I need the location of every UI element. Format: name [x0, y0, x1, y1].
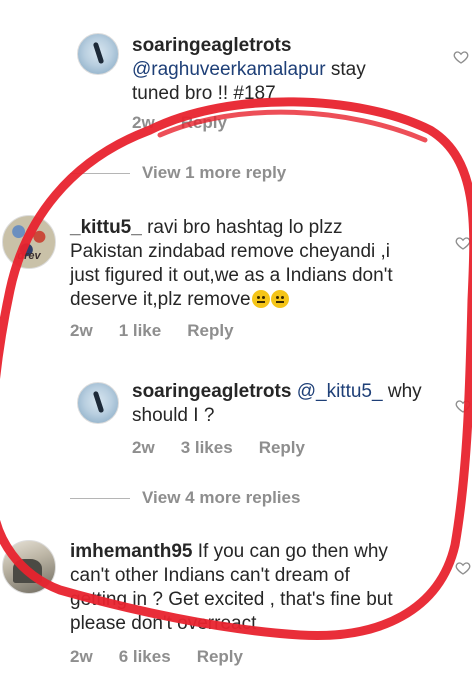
comment-username[interactable]: _kittu5_ — [70, 217, 142, 238]
comment-username[interactable]: soaringeagletrots — [132, 381, 291, 402]
comment-imhemanth95: imhemanth95 If you can go then why can't… — [70, 540, 455, 636]
comment-text: can't other Indians can't dream of — [70, 565, 350, 586]
comment-username[interactable]: imhemanth95 — [70, 541, 192, 562]
likes-count[interactable]: 6 likes — [119, 647, 171, 667]
like-heart-icon[interactable] — [453, 49, 469, 65]
comment-mention[interactable]: @_kittu5_ — [297, 381, 383, 402]
avatar-imhemanth95[interactable] — [2, 540, 56, 594]
comment-text: If you can go then why — [197, 541, 388, 562]
avatar-soaringeagletrots[interactable] — [77, 382, 119, 424]
divider-line — [70, 497, 130, 499]
comment-time: 2w — [132, 113, 155, 132]
neutral-face-emoji-icon — [270, 290, 289, 308]
comment-text: stay — [330, 59, 366, 80]
avatar-soaringeagletrots[interactable] — [77, 33, 119, 75]
reply-comment-1: soaringeagletrots @raghuveerkamalapur st… — [132, 34, 452, 106]
avatar-caption: drev — [17, 250, 41, 262]
comment-text: deserve it,plz remove — [70, 289, 251, 310]
comment-text: should I ? — [132, 405, 215, 426]
comment-time: 2w — [70, 321, 93, 340]
likes-count[interactable]: 3 likes — [181, 438, 233, 458]
view-more-replies[interactable]: View 4 more replies — [70, 488, 300, 508]
reply-button[interactable]: Reply — [197, 647, 243, 667]
comment-text: just figured it out,we as a Indians don'… — [70, 265, 393, 286]
comment-kittu5: _kittu5_ ravi bro hashtag lo plzz Pakist… — [70, 216, 455, 312]
reply-button[interactable]: Reply — [259, 438, 305, 458]
comment-time: 2w — [132, 438, 155, 457]
like-heart-icon[interactable] — [455, 398, 471, 414]
comment-meta: 2w 6 likes Reply — [70, 647, 243, 667]
comment-username[interactable]: soaringeagletrots — [132, 35, 291, 56]
comment-meta: 2w 3 likes Reply — [132, 438, 305, 458]
comment-text: tuned bro !! #187 — [132, 83, 276, 104]
divider-line — [70, 172, 130, 174]
reply-button[interactable]: Reply — [181, 113, 227, 133]
view-more-label[interactable]: View 4 more replies — [142, 488, 300, 508]
like-heart-icon[interactable] — [455, 235, 471, 251]
view-more-replies[interactable]: View 1 more reply — [70, 163, 286, 183]
comment-text: getting in ? Get excited , that's fine b… — [70, 589, 393, 610]
reply-button[interactable]: Reply — [187, 321, 233, 341]
comment-time: 2w — [70, 647, 93, 666]
avatar-figure — [92, 390, 104, 414]
comment-text: please don't overreact — [70, 613, 257, 634]
avatar-kittu5[interactable]: drev — [2, 215, 56, 269]
comment-text: why — [387, 381, 422, 402]
grimacing-emoji-icon — [251, 290, 270, 308]
comment-meta: 2w Reply — [132, 113, 227, 133]
comment-mention[interactable]: @raghuveerkamalapur — [132, 59, 326, 80]
avatar-figure — [92, 41, 104, 65]
comment-text: Pakistan zindabad remove cheyandi ,i — [70, 241, 391, 262]
comment-text: ravi bro hashtag lo plzz — [147, 217, 343, 238]
comment-meta: 2w 1 like Reply — [70, 321, 234, 341]
like-heart-icon[interactable] — [455, 560, 471, 576]
reply-comment-2: soaringeagletrots @_kittu5_ why should I… — [132, 380, 452, 428]
avatar-figure — [13, 559, 42, 583]
likes-count[interactable]: 1 like — [119, 321, 162, 341]
view-more-label[interactable]: View 1 more reply — [142, 163, 286, 183]
